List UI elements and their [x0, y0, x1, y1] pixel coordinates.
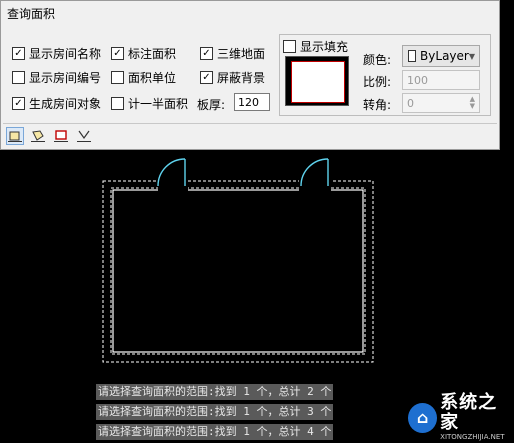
toolbar-divider [3, 123, 497, 124]
mask-background-checkbox[interactable]: ✓ 屏蔽背景 [200, 69, 265, 86]
angle-label: 转角: [363, 98, 392, 112]
color-label: 颜色: [363, 53, 392, 67]
checkbox-icon: ✓ [200, 47, 213, 60]
checkbox-icon [111, 71, 124, 84]
room-boundary [112, 189, 364, 353]
color-swatch-icon [408, 50, 417, 62]
room-outer-wall [102, 180, 374, 363]
show-room-number-checkbox[interactable]: 显示房间编号 [12, 69, 101, 86]
checkbox-icon: ✓ [200, 71, 213, 84]
half-area-checkbox[interactable]: 计一半面积 [111, 95, 188, 112]
3d-floor-checkbox[interactable]: ✓ 三维地面 [200, 45, 265, 62]
command-line-1: 请选择查询面积的范围:找到 1 个，总计 2 个 [96, 384, 334, 400]
checkbox-icon [12, 71, 25, 84]
create-room-object-checkbox[interactable]: ✓ 生成房间对象 [12, 95, 101, 112]
dialog-title: 查询面积 [7, 7, 56, 21]
show-room-name-checkbox[interactable]: ✓ 显示房间名称 [12, 45, 101, 62]
watermark-name: 系统之家 [440, 392, 498, 433]
angle-spinner[interactable]: 0 ▲ ▼ [402, 93, 480, 113]
room-inner-wall [110, 187, 366, 355]
command-line-2: 请选择查询面积的范围:找到 1 个，总计 3 个 [96, 404, 334, 420]
area-unit-checkbox[interactable]: 面积单位 [111, 69, 176, 86]
scale-label: 比例: [363, 75, 392, 89]
query-room-icon[interactable] [6, 127, 24, 145]
scale-input[interactable]: 100 [402, 70, 480, 90]
cad-drawing-canvas[interactable] [0, 150, 514, 390]
thickness-input[interactable] [234, 93, 270, 111]
command-line-3: 请选择查询面积的范围:找到 1 个，总计 4 个 [96, 424, 334, 440]
checkbox-icon: ✓ [12, 47, 25, 60]
checkbox-icon: ✓ [111, 47, 124, 60]
watermark-url: XITONGZHIJIA.NET [440, 433, 505, 441]
checkbox-icon: ✓ [12, 97, 25, 110]
query-area-icon[interactable] [75, 127, 93, 145]
query-balcony-icon[interactable] [52, 127, 70, 145]
show-fill-checkbox[interactable]: 显示填充 [283, 38, 352, 55]
query-area-dialog: 查询面积 ✓ 显示房间名称 ✓ 标注面积 ✓ 三维地面 显示房间编号 面积单位 … [0, 0, 500, 150]
label-area-checkbox[interactable]: ✓ 标注面积 [111, 45, 176, 62]
thickness-label: 板厚: [197, 98, 226, 112]
checkbox-icon [111, 97, 124, 110]
chevron-down-icon: ▼ [468, 51, 475, 61]
watermark-logo-icon: ⌂ [408, 402, 438, 433]
color-select[interactable]: ByLayer ▼ [402, 45, 480, 67]
spinner-arrows-icon: ▲ ▼ [469, 95, 475, 110]
fill-preview [285, 56, 349, 106]
checkbox-icon [283, 40, 296, 53]
site-watermark: ⌂ 系统之家 XITONGZHIJIA.NET [408, 393, 514, 442]
query-polygon-icon[interactable] [29, 127, 47, 145]
